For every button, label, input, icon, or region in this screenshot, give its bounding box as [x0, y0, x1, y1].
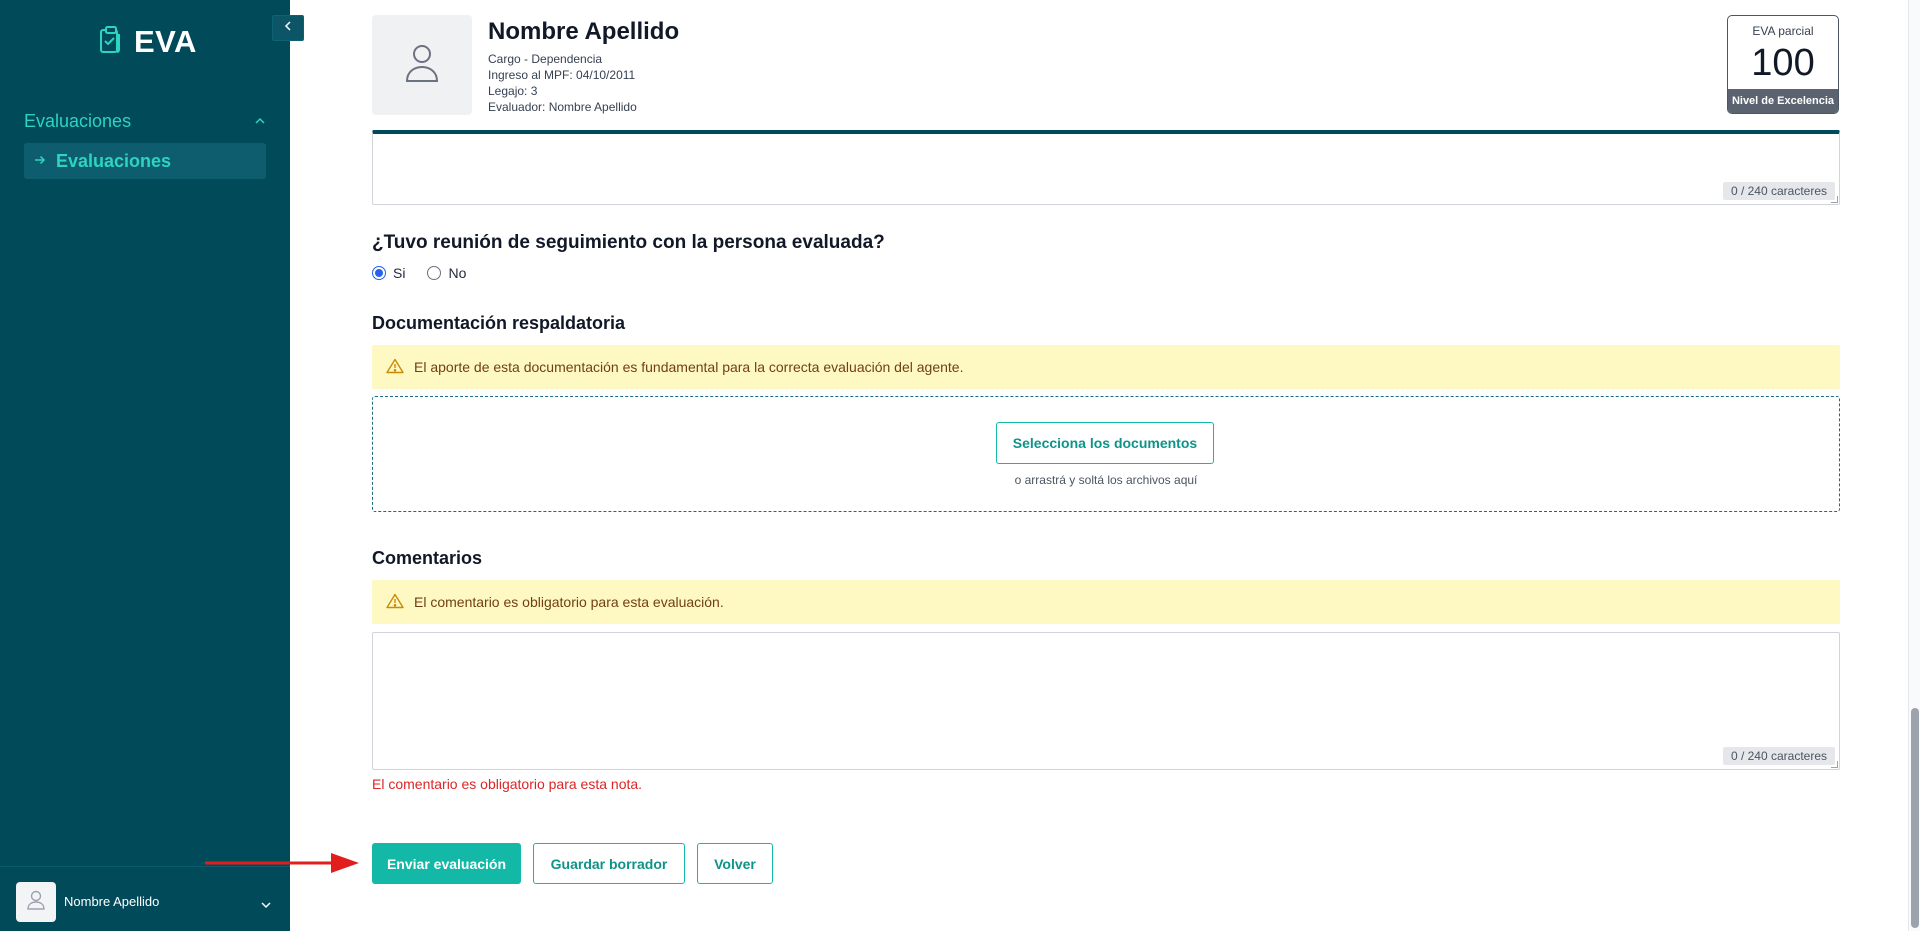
save-draft-button[interactable]: Guardar borrador	[533, 843, 685, 884]
nav-section-label: Evaluaciones	[24, 110, 132, 131]
score-level-badge: Nivel de Excelencia	[1728, 89, 1838, 113]
previous-comment-textarea[interactable]: 0 / 240 caracteres	[372, 130, 1840, 205]
user-name: Nombre Apellido	[64, 894, 160, 909]
chevron-up-icon	[254, 112, 266, 130]
score-label: EVA parcial	[1752, 24, 1814, 38]
comments-error-message: El comentario es obligatorio para esta n…	[372, 776, 643, 792]
char-counter: 0 / 240 caracteres	[1722, 182, 1835, 200]
collapse-sidebar-button[interactable]	[272, 15, 304, 41]
followup-radio-group: Si No	[372, 265, 466, 281]
select-documents-button[interactable]: Selecciona los documentos	[996, 422, 1214, 464]
profile-ingreso: Ingreso al MPF: 04/10/2011	[488, 68, 636, 82]
comments-alert-text: El comentario es obligatorio para esta e…	[414, 594, 724, 610]
profile-name: Nombre Apellido	[488, 18, 680, 45]
char-counter: 0 / 240 caracteres	[1722, 747, 1835, 765]
followup-question: ¿Tuvo reunión de seguimiento con la pers…	[372, 232, 885, 253]
resize-handle[interactable]	[1831, 196, 1838, 203]
radio-si-label: Si	[393, 265, 406, 281]
arrow-right-icon	[34, 152, 46, 170]
page-scrollbar[interactable]	[1908, 0, 1920, 931]
file-dropzone[interactable]: Selecciona los documentos o arrastrá y s…	[372, 396, 1840, 512]
dropzone-hint: o arrastrá y soltá los archivos aquí	[1014, 473, 1198, 487]
score-value: 100	[1751, 42, 1815, 84]
sidebar: EVA Evaluaciones Evaluaciones Nombre Ape…	[0, 0, 290, 931]
profile-photo	[372, 15, 472, 115]
radio-no-label: No	[448, 265, 467, 281]
app-logo[interactable]: EVA	[98, 24, 197, 60]
profile-cargo: Cargo - Dependencia	[488, 52, 603, 66]
annotation-arrow-icon	[205, 851, 360, 880]
profile-legajo: Legajo: 3	[488, 84, 538, 98]
profile-details: Cargo - Dependencia Ingreso al MPF: 04/1…	[488, 51, 637, 115]
sidebar-item-evaluaciones[interactable]: Evaluaciones	[24, 143, 266, 179]
user-icon	[403, 41, 441, 90]
profile-evaluador: Evaluador: Nombre Apellido	[488, 100, 637, 114]
comments-textarea[interactable]: 0 / 240 caracteres	[372, 632, 1840, 770]
warning-icon	[386, 593, 404, 612]
radio-no-input[interactable]	[427, 266, 442, 280]
radio-option-no[interactable]: No	[427, 265, 466, 281]
resize-handle[interactable]	[1831, 761, 1838, 768]
radio-si-input[interactable]	[372, 266, 386, 280]
documentation-alert: El aporte de esta documentación es funda…	[372, 345, 1840, 389]
documentation-alert-text: El aporte de esta documentación es funda…	[414, 359, 964, 375]
sidebar-item-label: Evaluaciones	[56, 150, 172, 171]
warning-icon	[386, 358, 404, 377]
back-button[interactable]: Volver	[697, 843, 773, 884]
submit-evaluation-button[interactable]: Enviar evaluación	[372, 843, 521, 884]
comments-title: Comentarios	[372, 548, 483, 568]
logo-text: EVA	[134, 24, 197, 59]
score-card: EVA parcial 100 Nivel de Excelencia	[1727, 15, 1839, 114]
main-content: Nombre Apellido Cargo - Dependencia Ingr…	[290, 0, 1900, 931]
documentation-title: Documentación respaldatoria	[372, 313, 626, 333]
chevron-down-icon[interactable]	[260, 896, 272, 914]
chevron-left-icon	[284, 19, 292, 37]
radio-option-si[interactable]: Si	[372, 265, 405, 281]
clipboard-check-icon	[98, 25, 124, 60]
comments-alert: El comentario es obligatorio para esta e…	[372, 580, 1840, 624]
scrollbar-thumb[interactable]	[1911, 708, 1919, 928]
nav-section-evaluaciones[interactable]: Evaluaciones	[24, 108, 266, 134]
user-icon	[26, 889, 46, 916]
avatar	[16, 882, 56, 922]
